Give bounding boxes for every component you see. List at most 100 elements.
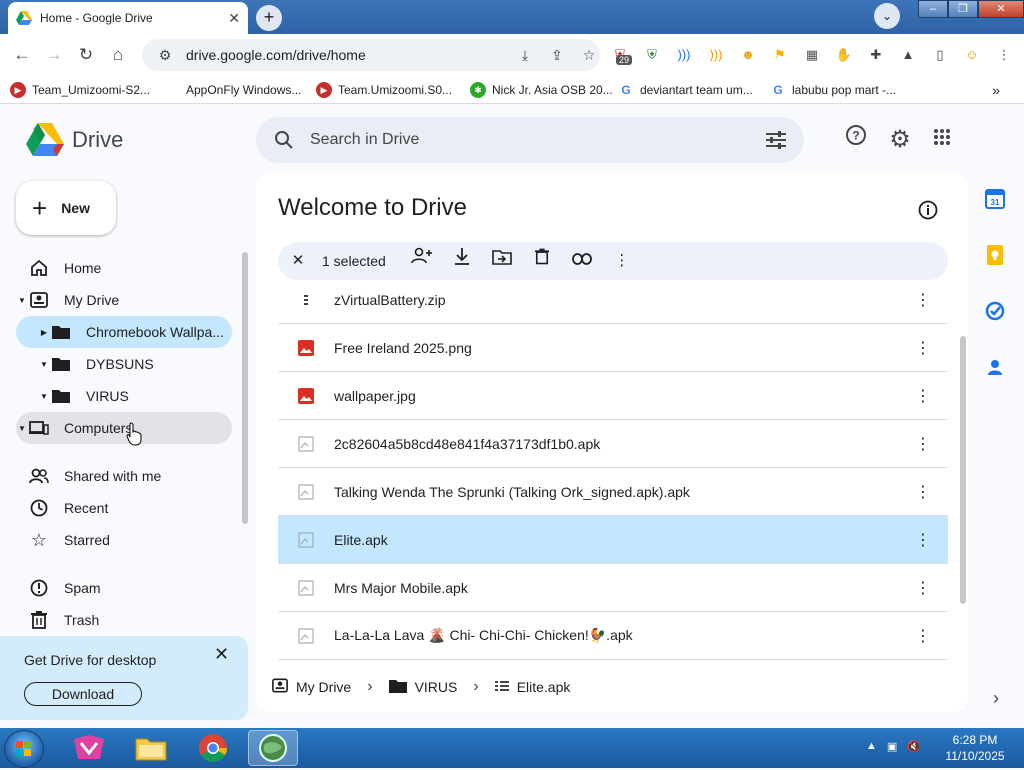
network-icon[interactable]: ▣ xyxy=(887,740,897,753)
tab-close-icon[interactable]: ✕ xyxy=(228,10,240,27)
row-more-icon[interactable]: ⋮ xyxy=(898,338,948,358)
address-bar[interactable]: ⚙ drive.google.com/drive/home ⤓ ⇪ ☆ xyxy=(142,39,600,71)
person-extension-icon[interactable]: ☻ xyxy=(734,41,762,69)
clear-selection-close-icon[interactable]: ✕ xyxy=(288,245,308,277)
share-add-person-icon[interactable] xyxy=(402,245,442,277)
bookmark-item[interactable]: AppOnFly Windows... xyxy=(186,83,316,97)
taskbar-clock[interactable]: 6:28 PM 11/10/2025 xyxy=(940,732,1010,764)
caret-down-icon[interactable]: ▼ xyxy=(16,424,28,433)
new-button[interactable]: + New xyxy=(16,181,116,235)
flag-extension-icon[interactable]: ⚑ xyxy=(766,41,794,69)
minimize-button[interactable]: – xyxy=(918,0,948,18)
new-tab-button[interactable]: + xyxy=(256,5,282,31)
nav-folder-virus[interactable]: ▼ VIRUS xyxy=(16,380,232,412)
bookmarks-overflow-icon[interactable]: » xyxy=(992,82,1000,98)
tasks-icon[interactable] xyxy=(984,300,1008,324)
file-row[interactable]: Mrs Major Mobile.apk ⋮ xyxy=(278,564,948,612)
maximize-button[interactable]: ❐ xyxy=(948,0,978,18)
drive-logo[interactable]: Drive xyxy=(26,123,123,156)
taskbar-app-pink[interactable] xyxy=(64,730,114,766)
nav-my-drive[interactable]: ▼ My Drive xyxy=(16,284,232,316)
wifi-orange-extension-icon[interactable]: ))) xyxy=(702,41,730,69)
delete-trash-icon[interactable] xyxy=(522,245,562,277)
file-row[interactable]: La-La-La Lava 🌋 Chi- Chi-Chi- Chicken!🐓.… xyxy=(278,612,948,660)
forward-arrow-icon[interactable]: → xyxy=(38,39,70,71)
nav-folder-chromebook[interactable]: ▶ Chromebook Wallpa... xyxy=(16,316,232,348)
info-icon[interactable] xyxy=(916,200,940,224)
browser-tab-drive[interactable]: Home - Google Drive ✕ xyxy=(8,2,248,34)
file-row[interactable]: Free Ireland 2025.png ⋮ xyxy=(278,324,948,372)
file-row-selected[interactable]: Elite.apk ⋮ xyxy=(278,516,948,564)
file-row[interactable]: 2c82604a5b8cd48e841f4a37173df1b0.apk ⋮ xyxy=(278,420,948,468)
side-panel-icon[interactable]: ▯ xyxy=(926,41,954,69)
grid-extension-icon[interactable]: ▦ xyxy=(798,41,826,69)
wifi-blue-extension-icon[interactable]: ))) xyxy=(670,41,698,69)
share-icon[interactable]: ⇪ xyxy=(546,47,568,64)
keep-icon[interactable] xyxy=(984,244,1008,268)
puzzle-extensions-icon[interactable]: ✚ xyxy=(862,41,890,69)
row-more-icon[interactable]: ⋮ xyxy=(898,626,948,646)
file-row[interactable]: Talking Wenda The Sprunki (Talking Ork_s… xyxy=(278,468,948,516)
nav-spam[interactable]: Spam xyxy=(16,572,232,604)
nav-scrollbar[interactable] xyxy=(242,252,248,524)
flask-extension-icon[interactable]: ▲ xyxy=(894,41,922,69)
search-options-icon[interactable] xyxy=(766,131,786,149)
calendar-icon[interactable]: 31 xyxy=(984,188,1008,212)
back-arrow-icon[interactable]: ← xyxy=(6,39,38,71)
move-to-folder-icon[interactable] xyxy=(482,245,522,277)
breadcrumb-virus[interactable]: VIRUS xyxy=(415,679,458,695)
caret-down-icon[interactable]: ▼ xyxy=(38,360,50,369)
row-more-icon[interactable]: ⋮ xyxy=(898,482,948,502)
bookmark-item[interactable]: G deviantart team um... xyxy=(618,81,770,98)
nav-shared-with-me[interactable]: Shared with me xyxy=(16,460,232,492)
help-icon[interactable]: ? xyxy=(840,124,872,156)
drive-search-bar[interactable]: Search in Drive xyxy=(256,117,804,163)
taskbar-app-chrome[interactable] xyxy=(188,730,238,766)
download-button[interactable]: Download xyxy=(24,682,142,706)
search-input[interactable]: Search in Drive xyxy=(310,131,750,149)
bookmark-item[interactable]: G labubu pop mart -... xyxy=(770,81,980,98)
row-more-icon[interactable]: ⋮ xyxy=(898,386,948,406)
tray-expand-icon[interactable]: ▲ xyxy=(866,740,877,753)
nav-recent[interactable]: Recent xyxy=(16,492,232,524)
caret-down-icon[interactable]: ▼ xyxy=(38,392,50,401)
breadcrumb-file[interactable]: Elite.apk xyxy=(517,679,571,695)
expand-panel-chevron-icon[interactable]: › xyxy=(984,688,1008,712)
nav-home[interactable]: Home xyxy=(16,252,232,284)
row-more-icon[interactable]: ⋮ xyxy=(898,290,948,310)
nav-trash[interactable]: Trash xyxy=(16,604,232,636)
profile-avatar-icon[interactable]: ☺ xyxy=(958,41,986,69)
close-window-button[interactable]: ✕ xyxy=(978,0,1024,18)
settings-gear-icon[interactable]: ⚙ xyxy=(884,124,916,156)
file-row[interactable]: zVirtualBattery.zip ⋮ xyxy=(278,276,948,324)
reload-icon[interactable]: ↻ xyxy=(70,39,102,71)
row-more-icon[interactable]: ⋮ xyxy=(898,530,948,550)
bookmark-star-icon[interactable]: ☆ xyxy=(578,47,600,64)
file-row[interactable]: wallpaper.jpg ⋮ xyxy=(278,372,948,420)
caret-right-icon[interactable]: ▶ xyxy=(38,328,50,337)
site-settings-icon[interactable]: ⚙ xyxy=(154,47,176,64)
contacts-icon[interactable] xyxy=(984,356,1008,380)
nav-computers[interactable]: ▼ Computers xyxy=(16,412,232,444)
apps-grid-icon[interactable] xyxy=(926,124,958,156)
install-app-icon[interactable]: ⤓ xyxy=(514,47,536,64)
home-icon[interactable]: ⌂ xyxy=(102,39,134,71)
nav-folder-dybsuns[interactable]: ▼ DYBSUNS xyxy=(16,348,232,380)
thumb-down-extension-icon[interactable]: ✋ xyxy=(830,41,858,69)
start-button[interactable] xyxy=(4,730,44,768)
bookmark-item[interactable]: ▶ Team_Umizoomi-S2... xyxy=(10,81,186,98)
caret-down-icon[interactable]: ▼ xyxy=(16,296,28,305)
close-icon[interactable]: ✕ xyxy=(214,644,229,665)
shield-green-extension-icon[interactable]: ⛨ xyxy=(638,41,666,69)
more-menu-icon[interactable]: ⋮ xyxy=(990,41,1018,69)
row-more-icon[interactable]: ⋮ xyxy=(898,578,948,598)
bookmark-item[interactable]: ✱ Nick Jr. Asia OSB 20... xyxy=(470,81,618,98)
copy-link-icon[interactable] xyxy=(562,245,602,277)
more-actions-icon[interactable]: ⋮ xyxy=(602,245,642,277)
tab-search-chevron-icon[interactable]: ⌄ xyxy=(874,3,900,29)
row-more-icon[interactable]: ⋮ xyxy=(898,434,948,454)
file-list-scrollbar[interactable] xyxy=(960,336,966,604)
breadcrumb-my-drive[interactable]: My Drive xyxy=(296,679,351,695)
volume-muted-icon[interactable]: 🔇 xyxy=(907,740,921,753)
taskbar-app-active[interactable] xyxy=(248,730,298,766)
